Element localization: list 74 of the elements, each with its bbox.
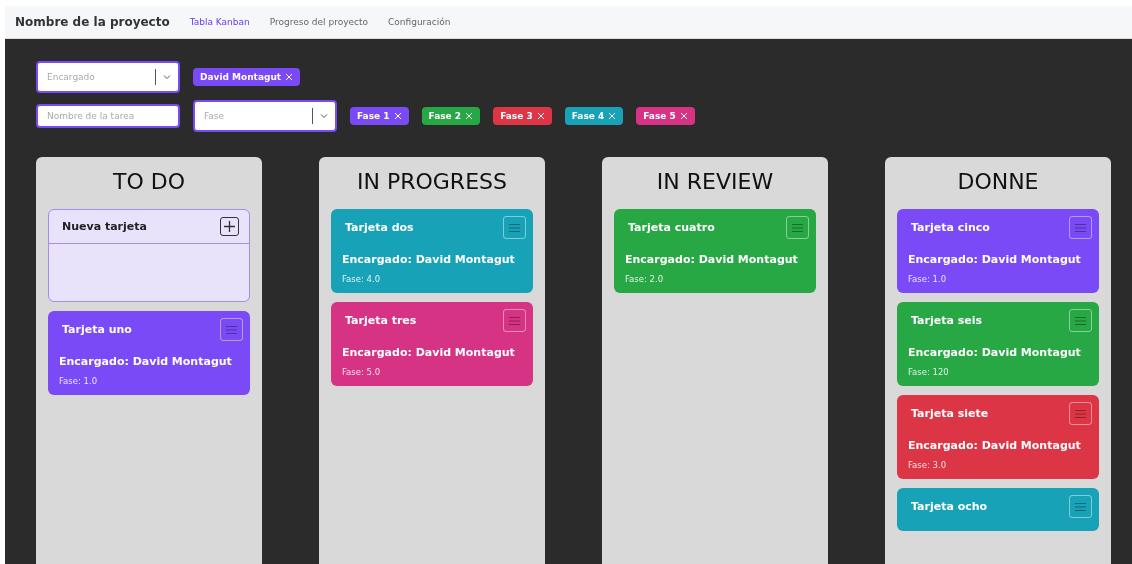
task-card[interactable]: Tarjeta ocho [897,488,1099,531]
nav-link[interactable]: Tabla Kanban [189,17,250,27]
filter-tag[interactable]: Fase 1 [350,107,409,125]
menu-button[interactable] [1069,309,1092,332]
menu-button[interactable] [503,309,526,332]
card-title: Tarjeta cinco [911,221,990,234]
column-title: DONNE [956,169,1040,194]
chevron-down-icon [319,111,329,121]
card-title: Tarjeta cuatro [628,221,715,234]
card-phase: Fase: 120 [907,366,950,377]
card-title: Tarjeta uno [62,323,132,336]
filter-tag[interactable]: Fase 5 [636,107,695,125]
column-title: TO DO [112,169,186,194]
task-name-field[interactable]: Nombre de la tarea [36,104,180,128]
close-icon[interactable] [608,112,617,120]
menu-icon [1075,502,1086,511]
close-icon[interactable] [393,112,402,120]
task-card[interactable]: Tarjeta dos Encargado: David Montagut Fase: 4.0 [331,209,533,293]
card-assignee: Encargado: David Montagut [58,354,233,368]
card-assignee: Encargado: David Montagut [907,438,1082,452]
card-title: Tarjeta tres [345,314,417,327]
task-card[interactable]: Tarjeta cinco Encargado: David Montagut Fase: 1.0 [897,209,1099,293]
close-icon[interactable] [679,112,688,120]
nav-link[interactable]: Progreso del proyecto [269,17,368,27]
menu-button[interactable] [1069,216,1092,239]
card-assignee: Encargado: David Montagut [624,252,799,266]
add-button[interactable] [220,217,239,236]
card-phase: Fase: 1.0 [58,375,99,386]
card-assignee: Encargado: David Montagut [341,345,516,359]
menu-icon [1075,409,1086,418]
card-assignee: Encargado: David Montagut [907,252,1082,266]
close-icon[interactable] [285,73,294,81]
plus-icon [224,221,235,232]
filter-tag[interactable]: Fase 3 [493,107,552,125]
menu-icon [1075,316,1086,325]
card-assignee: Encargado: David Montagut [341,252,516,266]
card-phase: Fase: 3.0 [907,459,948,470]
nav-link[interactable]: Configuración [388,17,451,27]
menu-icon [1075,223,1086,232]
menu-icon [792,223,803,232]
menu-button[interactable] [786,216,809,239]
assignee-select[interactable]: Encargado [36,61,180,93]
menu-icon [226,325,237,334]
menu-icon [509,316,520,325]
card-phase: Fase: 4.0 [341,273,382,284]
column-title: IN PROGRESS [356,169,508,194]
card-phase: Fase: 1.0 [907,273,948,284]
task-card[interactable]: Tarjeta uno Encargado: David Montagut Fase: 1.0 [48,311,250,395]
card-phase: Fase: 2.0 [624,273,665,284]
card-phase: Fase: 5.0 [341,366,382,377]
task-card[interactable]: Tarjeta seis Encargado: David Montagut Fase: 120 [897,302,1099,386]
menu-button[interactable] [1069,495,1092,518]
chevron-down-icon [162,72,172,82]
filter-tag[interactable]: Fase 4 [564,107,624,125]
card-assignee: Encargado: David Montagut [907,345,1082,359]
task-card[interactable]: Tarjeta cuatro Encargado: David Montagut Fase: 2.0 [614,209,816,293]
column-title: IN REVIEW [655,169,775,194]
close-icon[interactable] [465,112,474,120]
card-title: Tarjeta dos [345,221,414,234]
menu-button[interactable] [503,216,526,239]
phase-select[interactable]: Fase [193,100,337,132]
menu-icon [509,223,520,232]
project-title: Nombre de la proyecto [15,15,170,29]
card-title: Tarjeta siete [911,407,989,420]
task-card[interactable]: Tarjeta siete Encargado: David Montagut Fase: 3.0 [897,395,1099,479]
menu-button[interactable] [220,318,243,341]
card-title: Tarjeta ocho [911,500,988,513]
close-icon[interactable] [536,112,545,120]
menu-button[interactable] [1069,402,1092,425]
card-title: Tarjeta seis [911,314,982,327]
filter-tag[interactable]: David Montagut [193,68,301,86]
task-card[interactable]: Tarjeta tres Encargado: David Montagut Fase: 5.0 [331,302,533,386]
new-card-title: Nueva tarjeta [62,220,147,233]
filter-tag[interactable]: Fase 2 [421,107,481,125]
